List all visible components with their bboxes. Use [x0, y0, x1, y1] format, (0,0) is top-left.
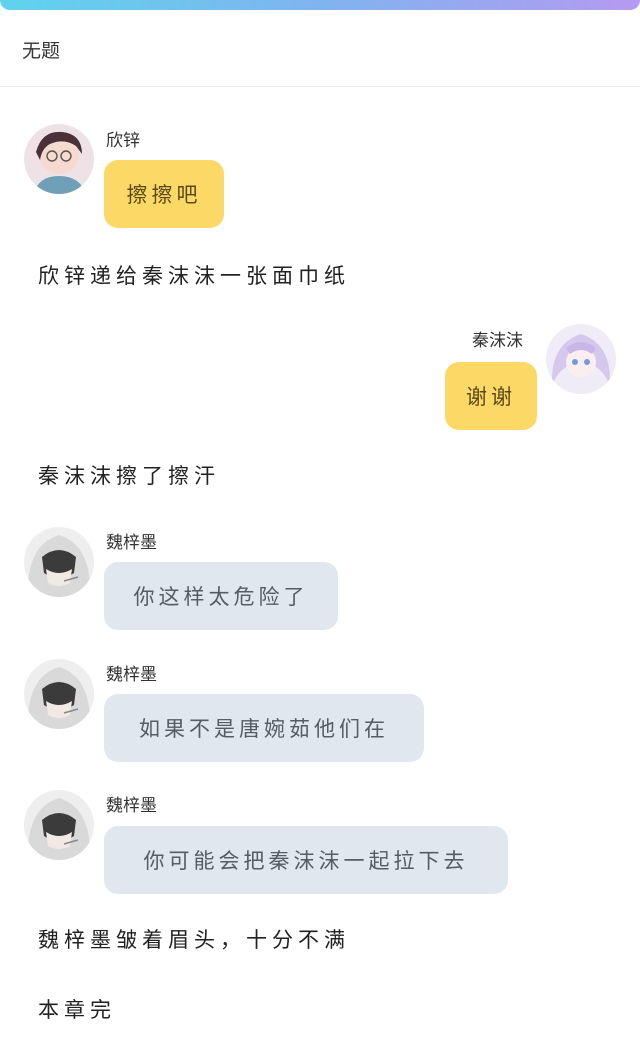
header-divider [0, 86, 640, 87]
boy-hood-avatar-icon[interactable] [24, 527, 94, 597]
speaker-name: 欣锌 [106, 131, 140, 151]
top-accent-bar [0, 0, 640, 10]
boy-hood-avatar-icon[interactable] [24, 790, 94, 860]
message-bubble[interactable]: 你可能会把秦沫沫一起拉下去 [104, 826, 508, 894]
message-bubble[interactable]: 你这样太危险了 [104, 562, 338, 630]
boy-hood-avatar-icon[interactable] [24, 659, 94, 729]
narration-text: 秦沫沫擦了擦汗 [38, 464, 220, 488]
chapter-end-text: 本章完 [38, 998, 116, 1022]
boy-glasses-avatar-icon[interactable] [24, 124, 94, 194]
message-bubble[interactable]: 擦擦吧 [104, 160, 224, 228]
speaker-name: 魏梓墨 [106, 796, 157, 816]
message-bubble[interactable]: 如果不是唐婉茹他们在 [104, 694, 424, 762]
page-title: 无题 [22, 40, 61, 62]
narration-text: 欣锌递给秦沫沫一张面巾纸 [38, 264, 350, 288]
girl-purple-hair-avatar-icon[interactable] [546, 324, 616, 394]
speaker-name: 魏梓墨 [106, 533, 157, 553]
speaker-name: 秦沫沫 [472, 331, 523, 351]
speaker-name: 魏梓墨 [106, 665, 157, 685]
narration-text: 魏梓墨皱着眉头，十分不满 [38, 928, 350, 952]
message-bubble[interactable]: 谢谢 [445, 362, 537, 430]
